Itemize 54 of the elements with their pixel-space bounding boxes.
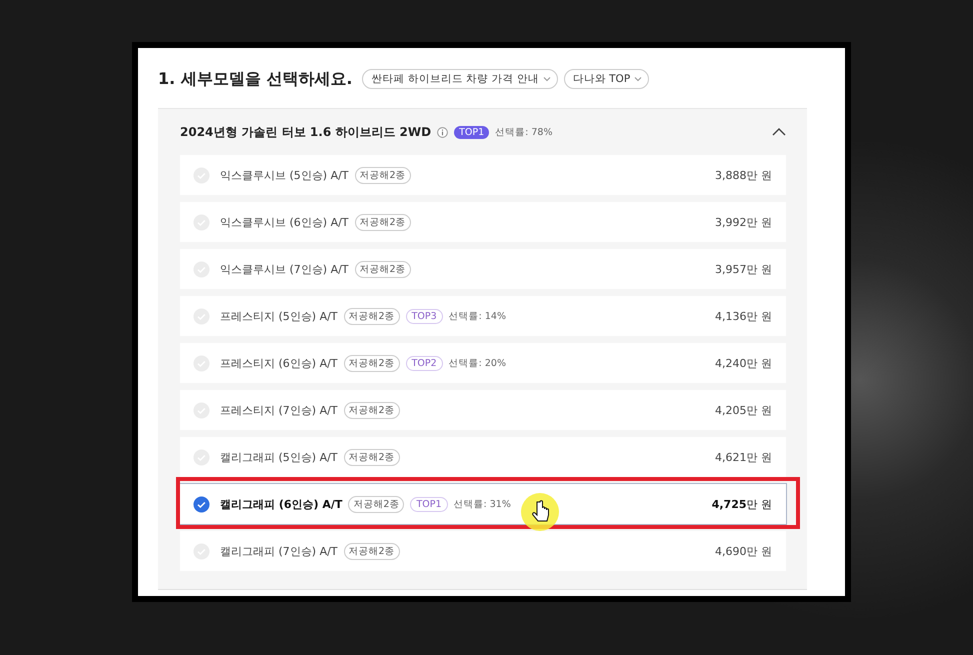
price-text: 4,136만 원 [715,308,772,324]
trim-name: 익스클루시브 (5인승) A/T [220,168,349,182]
emission-tag: 저공해2종 [354,214,411,230]
emission-tag: 저공해2종 [354,166,411,184]
emission-tag: 저공해2종 [344,308,400,324]
selection-rate: 선택률: 20% [448,356,506,370]
rank-badge: TOP3 [406,308,443,324]
trim-name: 캘리그래피 (5인승) A/T [220,450,338,464]
trim-name: 캘리그래피 (7인승) A/T [220,544,338,558]
trim-option-row[interactable]: 프레스티지 (7인승) A/T 저공해2종 4,205만 원 [180,390,786,430]
trim-option-row[interactable]: 캘리그래피 (6인승) A/T 저공해2종 TOP1 선택률: 31% 4,725만 원 [180,484,786,524]
trim-name: 프레스티지 (6인승) A/T [220,356,338,370]
group-title: 2024년형 가솔린 터보 1.6 하이브리드 2WD [180,124,432,140]
trim-option-row[interactable]: 익스클루시브 (5인승) A/T 저공해2종 3,888만 원 [180,155,786,195]
hand-cursor-icon [520,492,560,532]
rank-badge: TOP2 [406,356,443,370]
chevron-down-icon [634,76,642,82]
trim-name: 프레스티지 (7인승) A/T [220,402,338,418]
price-text: 4,205만 원 [715,402,772,418]
info-icon[interactable] [437,126,448,138]
price-text: 3,888만 원 [715,168,772,182]
trim-option-row[interactable]: 프레스티지 (5인승) A/T 저공해2종 TOP3 선택률: 14% 4,136만 원 [180,296,786,336]
emission-tag: 저공해2종 [348,496,404,512]
trim-option-row[interactable]: 익스클루시브 (6인승) A/T 저공해2종 3,992만 원 [180,202,786,242]
price-text: 4,690만 원 [715,544,772,558]
trim-option-row[interactable]: 프레스티지 (6인승) A/T 저공해2종 TOP2 선택률: 20% 4,240만 원 [180,343,786,383]
section-heading: 1. 세부모델을 선택하세요. [158,68,352,90]
price-text: 4,621만 원 [715,450,772,464]
selection-rate: 선택률: 14% [448,310,506,322]
selection-rate: 선택률: 31% [454,498,511,510]
trim-name: 익스클루시브 (6인승) A/T [220,214,349,230]
emission-tag: 저공해2종 [344,354,400,372]
price-text: 3,957만 원 [715,262,772,276]
trim-option-row[interactable]: 캘리그래피 (7인승) A/T 저공해2종 4,690만 원 [180,531,786,571]
emission-tag: 저공해2종 [344,402,400,418]
emission-tag: 저공해2종 [344,448,400,466]
dropdown-chip[interactable]: 싼타페 하이브리드 차량 가격 안내 [362,69,558,89]
rank-badge: TOP1 [410,496,448,512]
price-text: 4,240만 원 [715,356,772,370]
check-circle-icon[interactable] [193,496,210,512]
trim-name: 캘리그래피 (6인승) A/T [220,496,342,512]
trim-option-row[interactable]: 익스클루시브 (7인승) A/T 저공해2종 3,957만 원 [180,249,786,289]
dropdown-chip[interactable]: 다나와 TOP [564,69,650,89]
rank-badge: TOP1 [454,126,490,138]
chevron-up-icon[interactable] [772,127,786,137]
emission-tag: 저공해2종 [354,260,411,278]
trim-name: 익스클루시브 (7인승) A/T [220,262,349,276]
chevron-down-icon [542,76,551,82]
selection-rate: 선택률: 78% [495,126,552,138]
trim-option-row[interactable]: 캘리그래피 (5인승) A/T 저공해2종 4,621만 원 [180,437,786,477]
price-text: 4,725만 원 [712,496,772,512]
emission-tag: 저공해2종 [344,542,400,560]
price-text: 3,992만 원 [715,214,772,230]
trim-name: 프레스티지 (5인승) A/T [220,308,338,324]
